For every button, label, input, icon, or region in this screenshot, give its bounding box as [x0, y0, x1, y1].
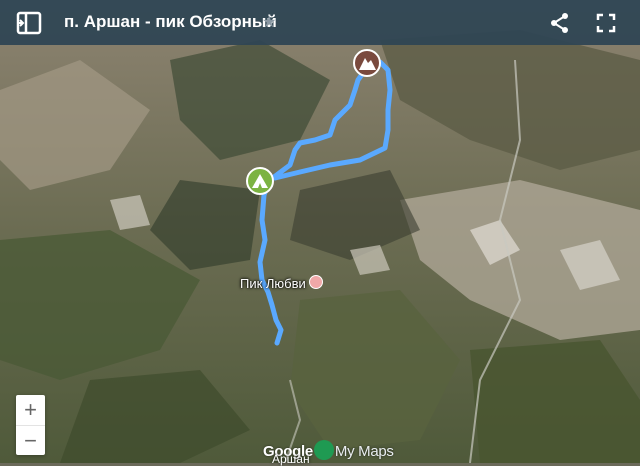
zoom-controls: + − [16, 395, 45, 455]
map-title: п. Аршан - пик Обзорный [64, 12, 277, 31]
side-panel-icon [16, 11, 42, 35]
zoom-in-button[interactable]: + [16, 395, 45, 426]
mymaps-logo-text: My Maps [334, 443, 394, 460]
mymaps-pin-icon [313, 440, 334, 460]
place-icon [308, 275, 323, 289]
share-button[interactable] [548, 11, 572, 35]
summit-marker[interactable] [353, 49, 381, 77]
peak-label[interactable]: Пик Любви [240, 275, 323, 291]
peak-label-text: Пик Любви [240, 276, 306, 291]
side-panel-button[interactable] [14, 10, 44, 36]
star-icon[interactable]: ★ [262, 12, 276, 32]
zoom-out-button[interactable]: − [16, 426, 45, 456]
map-canvas[interactable] [0, 0, 640, 463]
fullscreen-button[interactable] [594, 11, 618, 35]
map-header: п. Аршан - пик Обзорный ★ [0, 0, 640, 45]
campsite-marker[interactable] [246, 167, 274, 195]
share-icon [551, 13, 568, 33]
satellite-map[interactable] [0, 0, 640, 463]
town-label[interactable]: Аршан [272, 452, 310, 466]
fullscreen-icon [596, 13, 616, 33]
